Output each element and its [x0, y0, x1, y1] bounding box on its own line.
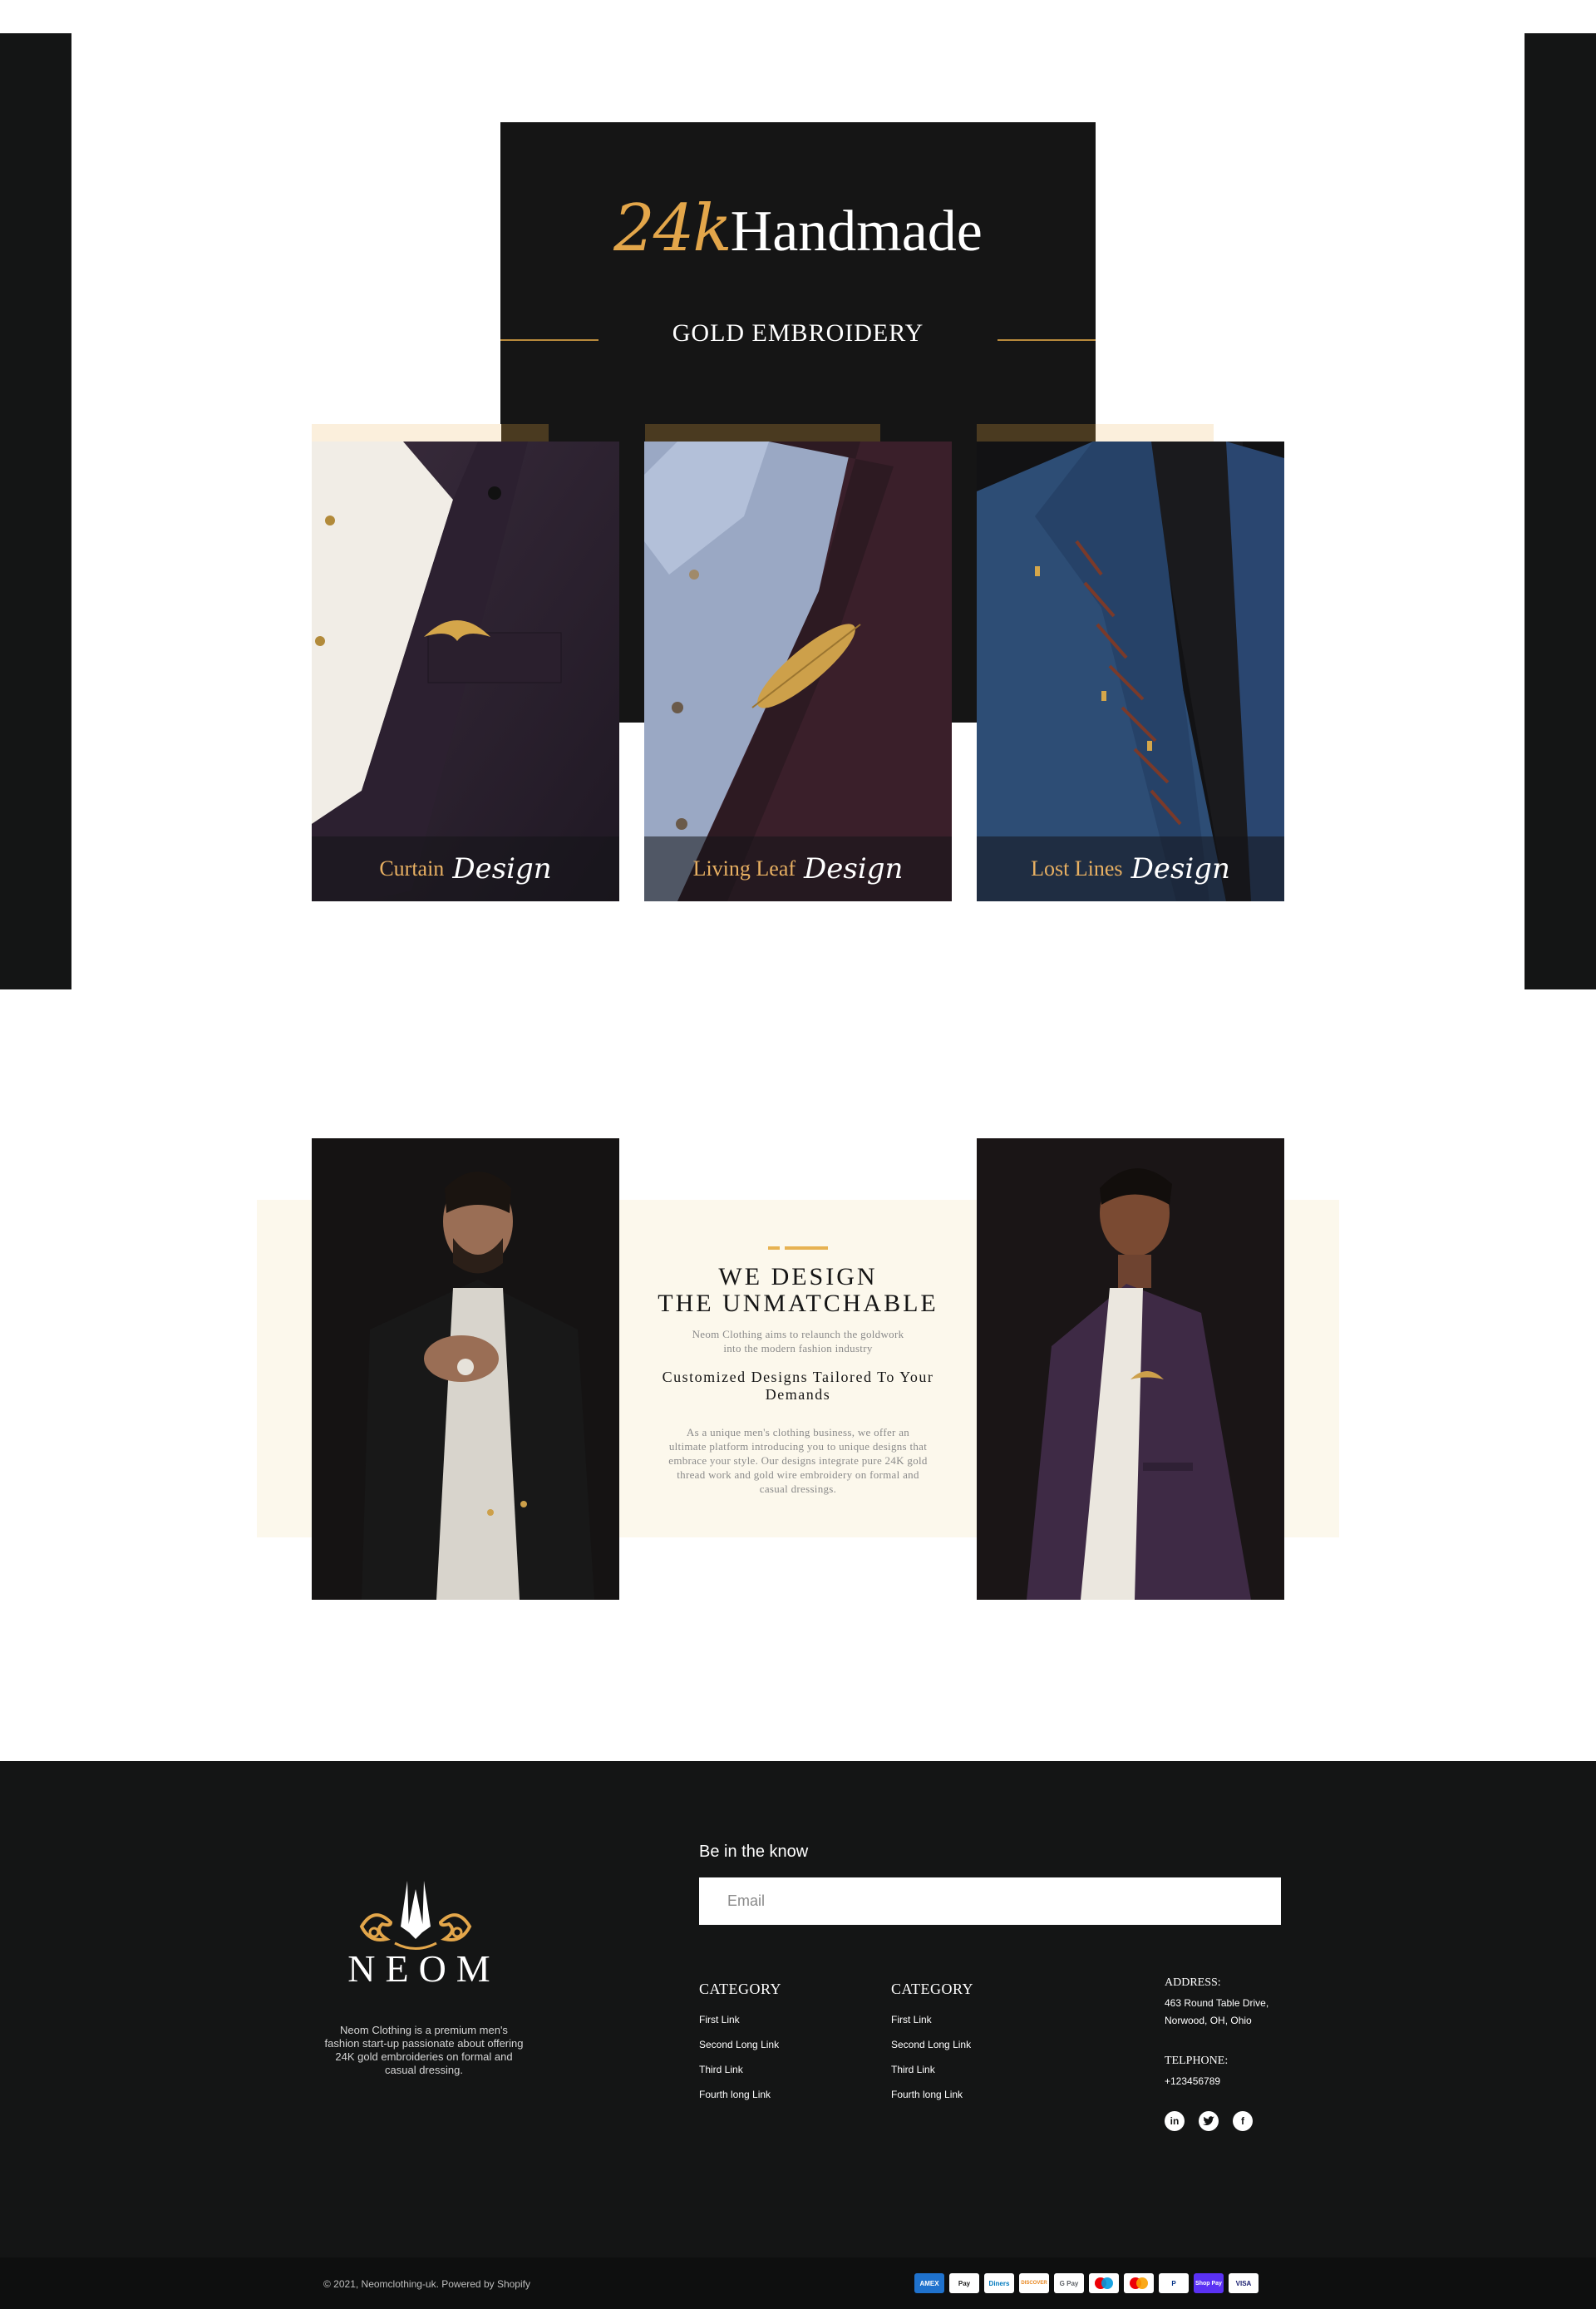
footer-category-title-1: CATEGORY [699, 1981, 782, 1997]
product-card-living-leaf[interactable]: Living Leaf Design [644, 442, 952, 901]
about-subheading-line2: Demands [765, 1386, 831, 1403]
model-photo-right [977, 1138, 1284, 1600]
footer-link-fourth-2[interactable]: Fourth long Link [891, 2089, 963, 2100]
address-label: ADDRESS: [1165, 1976, 1221, 1989]
footer-link-first-1[interactable]: First Link [699, 2014, 740, 2025]
phone-label: TELPHONE: [1165, 2055, 1229, 2067]
card-name-living-leaf: Living Leaf [692, 856, 796, 881]
payment-icons: AMEX Pay Diners DISCOVER G Pay P Shop Pa… [914, 2273, 1259, 2293]
about-text-block: WE DESIGN THE UNMATCHABLE Neom Clothing … [632, 1239, 964, 1496]
card-accent-1b [501, 424, 549, 442]
card-script-living-leaf: Design [804, 852, 904, 886]
footer-category-title-2: CATEGORY [891, 1981, 974, 1997]
visa-icon: VISA [1229, 2273, 1259, 2293]
about-body-line1: As a unique men's clothing business, we … [686, 1426, 910, 1438]
left-dark-bar [0, 33, 71, 989]
twitter-icon[interactable] [1199, 2111, 1219, 2131]
amex-icon: AMEX [914, 2273, 944, 2293]
neom-crest-icon [359, 1881, 472, 1950]
neom-logo-emblem[interactable] [349, 1881, 482, 1956]
jacket-photo-living-leaf [644, 442, 952, 901]
mastercard-icon [1124, 2273, 1154, 2293]
discover-icon: DISCOVER [1019, 2273, 1049, 2293]
card-accent-1a [312, 424, 501, 442]
footer-link-first-2[interactable]: First Link [891, 2014, 932, 2025]
footer [0, 1761, 1596, 2257]
about-heading: WE DESIGN THE UNMATCHABLE [632, 1264, 964, 1317]
google-pay-icon: G Pay [1054, 2273, 1084, 2293]
card-script-curtain: Design [452, 852, 552, 886]
footer-link-third-1[interactable]: Third Link [699, 2064, 743, 2075]
email-input[interactable] [699, 1877, 1281, 1925]
footer-desc-line1: Neom Clothing is a premium men's [340, 2024, 508, 2036]
about-intro-line1: Neom Clothing aims to relaunch the goldw… [692, 1328, 904, 1340]
about-accent-dashes [632, 1239, 964, 1254]
footer-brand-name: NEOM [347, 1947, 500, 1990]
about-body-line2: ultimate platform introducing you to uni… [668, 1440, 928, 1453]
right-dark-bar [1525, 33, 1596, 989]
maestro-icon [1089, 2273, 1119, 2293]
facebook-icon[interactable]: f [1233, 2111, 1253, 2131]
hero-subtitle: GOLD EMBROIDERY [672, 319, 924, 347]
model-photo-left [312, 1138, 619, 1600]
card-accent-3a [977, 424, 1096, 442]
paypal-icon: P [1159, 2273, 1189, 2293]
hero-title: 24kHandmade [500, 191, 1096, 266]
copyright-text: © 2021, Neomclothing-uk. Powered by Shop… [323, 2278, 530, 2290]
about-subheading: Customized Designs Tailored To Your Dema… [632, 1369, 964, 1404]
footer-bottom-bar [0, 2257, 1596, 2309]
card-name-curtain: Curtain [379, 856, 445, 881]
about-body-line4: thread work and gold wire embroidery on … [677, 1468, 919, 1481]
footer-link-second-2[interactable]: Second Long Link [891, 2039, 971, 2050]
product-card-curtain[interactable]: Curtain Design [312, 442, 619, 901]
footer-desc-line4: casual dressing. [385, 2064, 463, 2076]
about-subheading-line1: Customized Designs Tailored To Your [662, 1369, 934, 1385]
footer-link-second-1[interactable]: Second Long Link [699, 2039, 779, 2050]
jacket-photo-lost-lines [977, 442, 1284, 901]
about-body-line3: embrace your style. Our designs integrat… [668, 1454, 928, 1467]
card-accent-2 [645, 424, 880, 442]
shop-pay-icon: Shop Pay [1194, 2273, 1224, 2293]
apple-pay-icon: Pay [949, 2273, 979, 2293]
about-intro: Neom Clothing aims to relaunch the goldw… [632, 1327, 964, 1355]
footer-link-fourth-1[interactable]: Fourth long Link [699, 2089, 771, 2100]
about-intro-line2: into the modern fashion industry [723, 1342, 873, 1354]
footer-desc-line3: 24K gold embroideries on formal and [335, 2050, 513, 2063]
about-heading-line1: WE DESIGN [718, 1263, 878, 1290]
address-text: 463 Round Table Drive, Norwood, OH, Ohio [1165, 1995, 1268, 2030]
address-line2: Norwood, OH, Ohio [1165, 2015, 1252, 2026]
card-accent-3b [1096, 424, 1214, 442]
footer-brand-description: Neom Clothing is a premium men's fashion… [308, 2024, 540, 2077]
about-body-line5: casual dressings. [759, 1483, 837, 1495]
phone-number: +123456789 [1165, 2075, 1221, 2087]
about-body: As a unique men's clothing business, we … [632, 1425, 964, 1496]
footer-desc-line2: fashion start-up passionate about offeri… [324, 2037, 524, 2050]
card-script-lost-lines: Design [1130, 852, 1230, 886]
linkedin-icon[interactable]: in [1165, 2111, 1185, 2131]
card-caption: Living Leaf Design [644, 836, 952, 901]
about-heading-line2: THE UNMATCHABLE [658, 1290, 938, 1317]
product-card-lost-lines[interactable]: Lost Lines Design [977, 442, 1284, 901]
newsletter-title: Be in the know [699, 1843, 809, 1861]
diners-club-icon: Diners [984, 2273, 1014, 2293]
card-caption: Lost Lines Design [977, 836, 1284, 901]
address-line1: 463 Round Table Drive, [1165, 1997, 1269, 2009]
card-name-lost-lines: Lost Lines [1031, 856, 1123, 881]
hero-script-24k: 24k [613, 191, 732, 266]
footer-link-third-2[interactable]: Third Link [891, 2064, 935, 2075]
card-caption: Curtain Design [312, 836, 619, 901]
hero-handmade: Handmade [730, 200, 983, 264]
jacket-photo-curtain [312, 442, 619, 901]
